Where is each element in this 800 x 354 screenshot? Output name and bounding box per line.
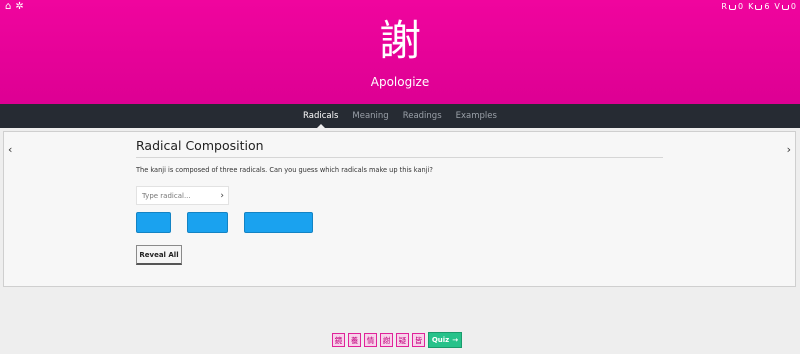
kanji-character: 謝 <box>378 16 421 65</box>
stat-letter: V <box>774 2 780 11</box>
tab-radicals[interactable]: Radicals <box>296 104 345 128</box>
chevron-left-icon[interactable]: ‹ <box>8 144 12 156</box>
question-text: The kanji is composed of three radicals.… <box>136 166 433 174</box>
tab-meaning[interactable]: Meaning <box>345 104 395 128</box>
reveal-all-button[interactable]: Reveal All <box>136 245 182 265</box>
stat-letter: K <box>748 2 754 11</box>
stat-letter: R <box>721 2 727 11</box>
queue-kanji-1[interactable]: 鏡 <box>332 333 345 347</box>
chevron-right-icon[interactable]: › <box>787 144 791 156</box>
stat-radicals[interactable]: R 0 <box>721 3 743 11</box>
stat-count: 0 <box>790 2 796 11</box>
gear-icon[interactable]: ✲ <box>15 2 23 12</box>
queue-kanji-3[interactable]: 情 <box>364 333 377 347</box>
kanji-meaning: Apologize <box>370 75 430 89</box>
stat-kanji[interactable]: K 6 <box>748 3 769 11</box>
radical-slot-1[interactable] <box>136 212 171 233</box>
queue-kanji-2[interactable]: 養 <box>348 333 361 347</box>
radical-slot-2[interactable] <box>187 212 228 233</box>
divider <box>136 157 663 158</box>
radical-input[interactable]: Type radical... › <box>136 186 229 205</box>
section-title: Radical Composition <box>136 138 264 153</box>
top-left-controls: ⌂ ✲ <box>5 2 24 12</box>
submit-chevron-icon[interactable]: › <box>220 191 224 201</box>
tray-icon <box>755 4 763 10</box>
tab-readings[interactable]: Readings <box>396 104 449 128</box>
home-icon[interactable]: ⌂ <box>5 2 11 12</box>
quiz-button[interactable]: Quiz → <box>428 332 462 348</box>
stat-vocabulary[interactable]: V 0 <box>774 3 796 11</box>
radical-composition-card: ‹ › Radical Composition The kanji is com… <box>3 131 796 287</box>
radical-slot-3[interactable] <box>244 212 313 233</box>
tab-examples[interactable]: Examples <box>449 104 504 128</box>
queue-kanji-5[interactable]: 疑 <box>396 333 409 347</box>
review-stats: R 0 K 6 V 0 <box>721 3 796 11</box>
stat-count: 0 <box>737 2 744 11</box>
section-tabs: Radicals Meaning Readings Examples <box>0 104 800 128</box>
radical-input-placeholder[interactable]: Type radical... <box>142 192 191 200</box>
queue-kanji-6[interactable]: 皆 <box>412 333 425 347</box>
queue-kanji-4[interactable]: 謝 <box>380 333 393 347</box>
quiz-label: Quiz <box>431 336 450 344</box>
tray-icon <box>728 4 736 10</box>
stat-count: 6 <box>764 2 770 11</box>
kanji-queue-bar: 鏡 養 情 謝 疑 皆 Quiz → <box>332 332 462 348</box>
arrow-right-icon: → <box>452 336 459 344</box>
kanji-header: ⌂ ✲ R 0 K 6 V 0 謝 Apologize <box>0 0 800 104</box>
tray-icon <box>781 4 789 10</box>
